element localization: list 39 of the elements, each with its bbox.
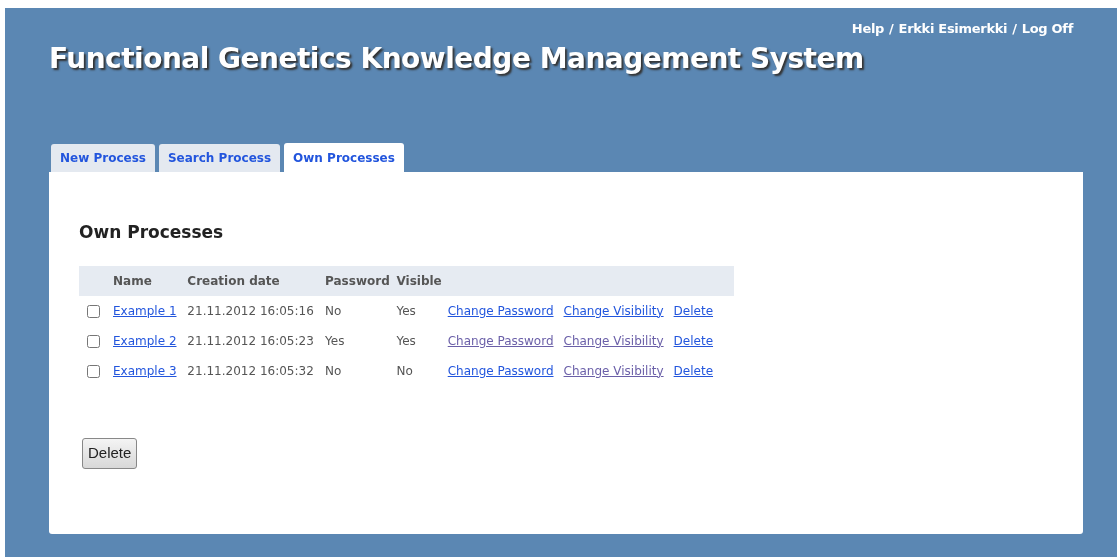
header-link[interactable]: Help — [851, 19, 885, 39]
process-link[interactable]: Example 3 — [113, 363, 177, 378]
column-header: Creation date — [187, 273, 280, 288]
action-link[interactable]: Delete — [673, 303, 714, 318]
section-heading: Own Processes — [79, 221, 225, 244]
action-link[interactable]: Change Password — [447, 363, 554, 378]
action-link[interactable]: Delete — [673, 333, 714, 348]
header-link[interactable]: Erkki Esimerkki — [898, 19, 1008, 39]
row-checkbox[interactable] — [87, 304, 100, 318]
column-header: Name — [113, 273, 152, 288]
table-cell: No — [325, 303, 342, 318]
action-link[interactable]: Change Password — [447, 333, 554, 348]
table-cell: 21.11.2012 16:05:16 — [187, 303, 314, 318]
table-cell: Yes — [396, 303, 416, 318]
action-link[interactable]: Change Visibility — [563, 333, 664, 348]
process-link[interactable]: Example 2 — [113, 333, 177, 348]
table-cell: 21.11.2012 16:05:32 — [187, 363, 314, 378]
action-link[interactable]: Change Visibility — [563, 363, 664, 378]
table-cell: Yes — [396, 333, 416, 348]
row-checkbox[interactable] — [87, 334, 100, 348]
tab[interactable]: Own Processes — [284, 143, 404, 172]
delete-button[interactable]: Delete — [82, 437, 138, 469]
header-link[interactable]: Log Off — [1021, 19, 1073, 39]
tab[interactable]: New Process — [51, 144, 155, 172]
table-cell: No — [325, 363, 342, 378]
separator: / — [889, 20, 894, 38]
row-checkbox[interactable] — [87, 364, 100, 378]
separator: / — [1012, 20, 1017, 38]
column-header: Password — [325, 273, 390, 288]
action-link[interactable]: Change Visibility — [563, 303, 664, 318]
app-title: Functional Genetics Knowledge Management System — [49, 41, 865, 77]
table-cell: No — [396, 363, 413, 378]
column-header: Visible — [396, 273, 442, 288]
action-link[interactable]: Change Password — [447, 303, 554, 318]
process-link[interactable]: Example 1 — [113, 303, 177, 318]
table-cell: 21.11.2012 16:05:23 — [187, 333, 314, 348]
table-cell: Yes — [325, 333, 345, 348]
tab[interactable]: Search Process — [158, 144, 281, 172]
action-link[interactable]: Delete — [673, 363, 714, 378]
